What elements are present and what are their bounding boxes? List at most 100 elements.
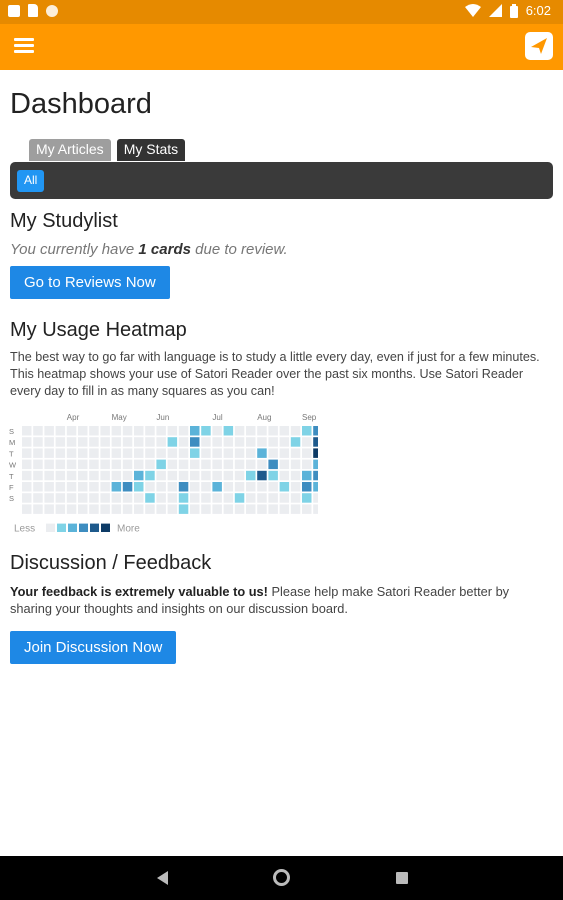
hamburger-menu-icon[interactable] [14, 38, 34, 54]
heatmap-cell [246, 493, 256, 503]
heatmap-day-label: S [9, 427, 14, 436]
heatmap-cell [268, 482, 278, 492]
heatmap-cell [201, 470, 211, 481]
heatmap-cell [22, 437, 32, 447]
heatmap-cell [100, 437, 110, 447]
heatmap-cell [44, 448, 54, 458]
heatmap-cell [223, 437, 234, 447]
heatmap-cell [89, 482, 99, 492]
back-icon[interactable] [157, 871, 168, 885]
heatmap-cell [290, 426, 301, 436]
heatmap-cell [257, 437, 267, 447]
heatmap-cell [156, 437, 166, 447]
join-discussion-button[interactable]: Join Discussion Now [10, 631, 177, 664]
heatmap-cell [66, 437, 77, 447]
heatmap-cell [22, 482, 32, 492]
heatmap-cell [167, 459, 178, 470]
discussion-text: Your feedback is extremely valuable to u… [10, 584, 510, 616]
circle-icon [46, 4, 58, 17]
heatmap-cell [257, 482, 267, 492]
heatmap-cell [89, 470, 99, 481]
heatmap-cell [223, 493, 234, 503]
heatmap-cell [66, 448, 77, 458]
heatmap-cell [257, 426, 267, 436]
heatmap-cell [279, 437, 290, 447]
heatmap-cell [134, 426, 144, 436]
heatmap-cell [111, 448, 122, 458]
heatmap-cell [89, 459, 99, 470]
heatmap-cell [22, 493, 32, 503]
heatmap-cell [111, 482, 122, 492]
home-icon[interactable] [273, 869, 290, 886]
tab-bar: My Articles My Stats [29, 139, 186, 161]
tab-my-stats[interactable]: My Stats [116, 139, 186, 161]
heatmap-cell [178, 493, 189, 503]
heatmap-cell [33, 470, 43, 481]
heatmap-cell [178, 437, 189, 447]
heatmap-cell [122, 493, 133, 503]
heatmap-cell [223, 448, 234, 458]
recents-icon[interactable] [396, 872, 408, 884]
heatmap-cell [55, 504, 66, 514]
status-bar: 6:02 [0, 0, 563, 24]
heatmap-cell [302, 426, 312, 436]
heatmap-heading: My Usage Heatmap [10, 319, 187, 341]
heatmap-cell [78, 426, 88, 436]
heatmap-cell [55, 448, 66, 458]
wifi-icon [464, 4, 481, 17]
heatmap-day-label: S [9, 494, 14, 503]
heatmap-cell [279, 426, 290, 436]
heatmap-cell [290, 482, 301, 492]
heatmap-cell [44, 470, 54, 481]
heatmap-cell [290, 459, 301, 470]
heatmap-cell [89, 437, 99, 447]
filter-all-button[interactable]: All [17, 170, 45, 192]
heatmap-cell [122, 426, 133, 436]
heatmap-cell [134, 504, 144, 514]
usage-heatmap: Apr May Jun Jul Aug SepSMTWTFSLess More [9, 413, 318, 532]
notification-icon [8, 4, 20, 17]
heatmap-cell [66, 426, 77, 436]
heatmap-cell [100, 482, 110, 492]
heatmap-cell [78, 448, 88, 458]
heatmap-cell [178, 459, 189, 470]
card-count: 1 cards [138, 241, 191, 258]
heatmap-legend-swatch [101, 523, 110, 532]
heatmap-cell [313, 459, 318, 470]
studylist-text: You currently have 1 cards due to review… [10, 241, 288, 258]
heatmap-cell [302, 437, 312, 447]
heatmap-cell [212, 459, 222, 470]
satori-logo-icon[interactable] [525, 32, 553, 60]
heatmap-month-label: Jun [156, 413, 169, 422]
heatmap-cell [313, 437, 318, 447]
heatmap-cell [44, 504, 54, 514]
heatmap-cell [122, 482, 133, 492]
heatmap-cell [134, 459, 144, 470]
heatmap-cell [190, 470, 200, 481]
logo-arrow-icon [531, 38, 547, 54]
heatmap-cell [22, 459, 32, 470]
heatmap-cell [178, 448, 189, 458]
heatmap-cell [212, 426, 222, 436]
heatmap-cell [290, 448, 301, 458]
heatmap-cell [290, 504, 301, 514]
go-to-reviews-button[interactable]: Go to Reviews Now [10, 266, 170, 299]
heatmap-cell [33, 437, 43, 447]
heatmap-cell [290, 470, 301, 481]
tab-my-articles[interactable]: My Articles [29, 139, 111, 161]
heatmap-cell [234, 470, 245, 481]
heatmap-cell [145, 482, 155, 492]
heatmap-month-label: Jul [212, 413, 222, 422]
heatmap-cell [313, 482, 318, 492]
heatmap-cell [279, 504, 290, 514]
heatmap-cell [78, 470, 88, 481]
heatmap-cell [55, 493, 66, 503]
studylist-heading: My Studylist [10, 210, 118, 232]
heatmap-cell [246, 504, 256, 514]
heatmap-cell [268, 493, 278, 503]
heatmap-cell [145, 437, 155, 447]
heatmap-month-label: May [112, 413, 127, 422]
heatmap-cell [33, 459, 43, 470]
heatmap-cell [212, 448, 222, 458]
heatmap-cell [167, 470, 178, 481]
